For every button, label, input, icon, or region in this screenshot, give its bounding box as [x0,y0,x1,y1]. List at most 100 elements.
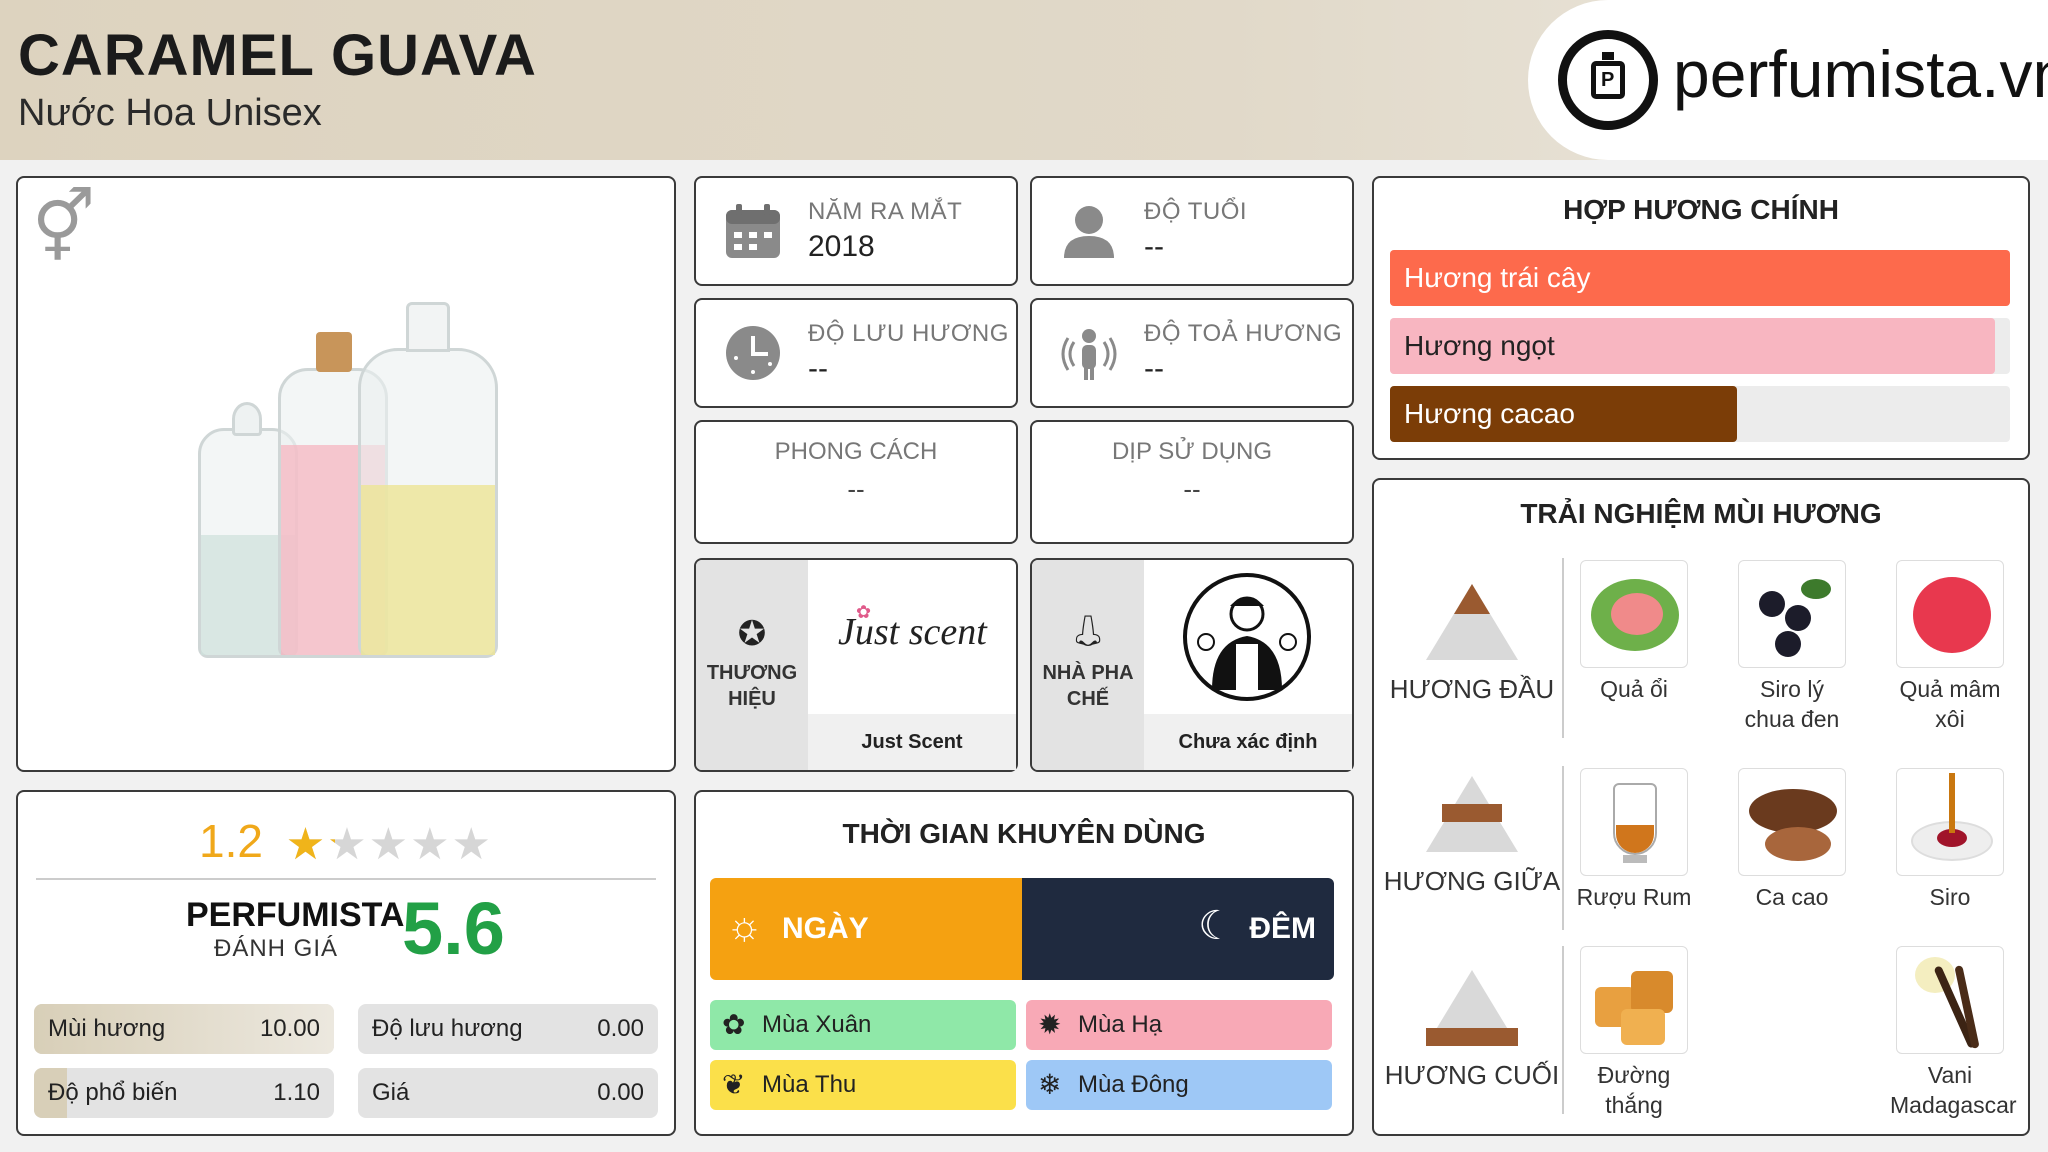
note-item[interactable]: Quả mâm xôi [1890,560,2010,734]
accord-label: Hương cacao [1404,398,1575,429]
winter-label: Mùa Đông [1078,1071,1189,1098]
divider [36,878,656,880]
flower-icon: ✿ [722,1009,746,1040]
metric-value: 10.00 [259,1015,320,1042]
season-spring: ✿ Mùa Xuân [710,1000,1016,1050]
rating-label: ĐÁNH GIÁ [213,935,338,962]
star-icon[interactable]: ★ [369,819,410,870]
sillage-value: -- [1144,352,1164,385]
brand-name: Just Scent [808,714,1016,770]
brand-logo[interactable]: perfumista.vn [1528,0,2048,160]
unisex-gender-icon: ⚥ [32,188,96,266]
day-indicator: ☼ NGÀY [710,878,1022,980]
note-item[interactable]: Quả ổi [1574,560,1694,704]
flower-icon: ✿ [856,602,872,622]
clock-icon [726,326,780,380]
snowflake-icon: ❄ [1038,1069,1062,1100]
nose-icon: 👃︎ [1068,615,1108,648]
sillage-label: ĐỘ TOẢ HƯƠNG [1144,320,1343,347]
star-icon[interactable]: ★★ [327,819,368,870]
star-icon[interactable]: ★ [410,819,451,870]
accord-label: Hương ngọt [1404,330,1555,361]
metric-value: 1.10 [273,1079,320,1106]
metric-scent: Mùi hương 10.00 [34,1004,334,1054]
perfumer-avatar-icon [1183,573,1311,701]
star-icon[interactable]: ★ [452,819,493,870]
spring-label: Mùa Xuân [762,1011,872,1038]
brand-card[interactable]: ✪ THƯƠNG HIỆU Just scent ✿ Just Scent [694,558,1018,772]
age-value: -- [1144,230,1164,263]
perfume-bottles-image [188,298,568,658]
header: CARAMEL GUAVA Nước Hoa Unisex perfumista… [0,0,2048,160]
accords-title: HỢP HƯƠNG CHÍNH [1563,194,1839,225]
perfumer-name: Chưa xác định [1144,714,1352,770]
product-image-card: ⚥ [16,176,676,772]
middle-notes-label: HƯƠNG GIỮA [1383,866,1561,896]
note-name: Rượu Rum [1576,884,1692,910]
note-item[interactable]: Siro [1890,768,2010,912]
perfume-title: CARAMEL GUAVA [18,23,537,88]
calendar-icon [726,204,780,258]
note-name: Quả mâm xôi [1899,676,2001,732]
pyramid-middle-icon [1426,776,1518,852]
accord-row: Hương cacao [1390,386,2010,442]
top-notes-tier: HƯƠNG ĐẦU [1382,584,1562,705]
sillage-card: ĐỘ TOẢ HƯƠNG -- [1030,298,1354,408]
main-accords-card: HỢP HƯƠNG CHÍNH Hương trái cây Hương ngọ… [1372,176,2030,460]
perfume-subtitle: Nước Hoa Unisex [18,92,322,134]
metric-value: 0.00 [597,1079,644,1106]
note-item[interactable]: Rượu Rum [1574,768,1694,912]
occasion-label: DỊP SỬ DỤNG [1111,438,1273,465]
rum-image [1580,768,1688,876]
age-label: ĐỘ TUỔI [1144,198,1248,225]
style-label: PHONG CÁCH [774,438,938,465]
scent-notes-card: TRẢI NGHIỆM MÙI HƯƠNG HƯƠNG ĐẦU HƯƠNG GI… [1372,478,2030,1136]
sun-icon: ☼ [726,904,763,948]
style-value: -- [847,474,865,504]
style-card: PHONG CÁCH -- [694,420,1018,544]
autumn-label: Mùa Thu [762,1071,857,1098]
person-icon [1064,206,1114,258]
perfume-bottle-logo-icon [1558,30,1658,130]
note-item[interactable]: Đường thắng [1574,946,1694,1120]
pyramid-top-icon [1426,584,1518,660]
user-score: 1.2 [199,815,263,867]
occasion-card: DỊP SỬ DỤNG -- [1030,420,1354,544]
metric-label: Độ phổ biến [48,1079,178,1106]
launch-year-card: NĂM RA MẮT 2018 [694,176,1018,286]
base-notes-tier: HƯƠNG CUỐI [1382,970,1562,1091]
metric-popularity: Độ phổ biến 1.10 [34,1068,334,1118]
blackcurrant-image [1738,560,1846,668]
time-title: THỜI GIAN KHUYÊN DÙNG [842,818,1206,849]
brand-logo-image: Just scent ✿ [808,560,990,712]
vanilla-image [1896,946,2004,1054]
perfumista-score: 5.6 [402,887,505,970]
star-icon[interactable]: ★★ [286,819,327,870]
guava-image [1580,560,1688,668]
note-item[interactable]: Ca cao [1732,768,1852,912]
summer-label: Mùa Hạ [1078,1011,1163,1038]
note-item[interactable]: Siro lý chua đen [1732,560,1852,734]
notes-title: TRẢI NGHIỆM MÙI HƯƠNG [1520,498,1882,529]
note-name: Quả ổi [1600,676,1668,702]
logo-text: perfumista.vn [1673,37,2048,111]
middle-notes-tier: HƯƠNG GIỮA [1382,776,1562,897]
brand-label: THƯƠNG HIỆU [706,662,798,710]
star-badge-icon: ✪ [737,615,767,653]
syrup-image [1896,768,2004,876]
note-item[interactable]: Vani Madagascar [1890,946,2017,1120]
longevity-card: ĐỘ LƯU HƯƠNG -- [694,298,1018,408]
longevity-label: ĐỘ LƯU HƯƠNG [808,320,1009,347]
metric-price: Giá 0.00 [358,1068,658,1118]
note-name: Siro lý chua đen [1744,676,1840,732]
perfumista-label: PERFUMISTA [186,896,405,934]
perfumer-card[interactable]: 👃︎ NHÀ PHA CHẾ Chưa xác định [1030,558,1354,772]
season-winter: ❄ Mùa Đông [1026,1060,1332,1110]
raspberry-image [1896,560,2004,668]
metric-value: 0.00 [597,1015,644,1042]
recommended-time-card: THỜI GIAN KHUYÊN DÙNG ☼ NGÀY ☾ ĐÊM ✿ Mùa… [694,790,1354,1136]
metric-label: Mùi hương [48,1015,166,1042]
metric-label: Giá [372,1079,410,1106]
star-rating[interactable]: ★★★★★★★ [286,819,493,870]
age-card: ĐỘ TUỔI -- [1030,176,1354,286]
